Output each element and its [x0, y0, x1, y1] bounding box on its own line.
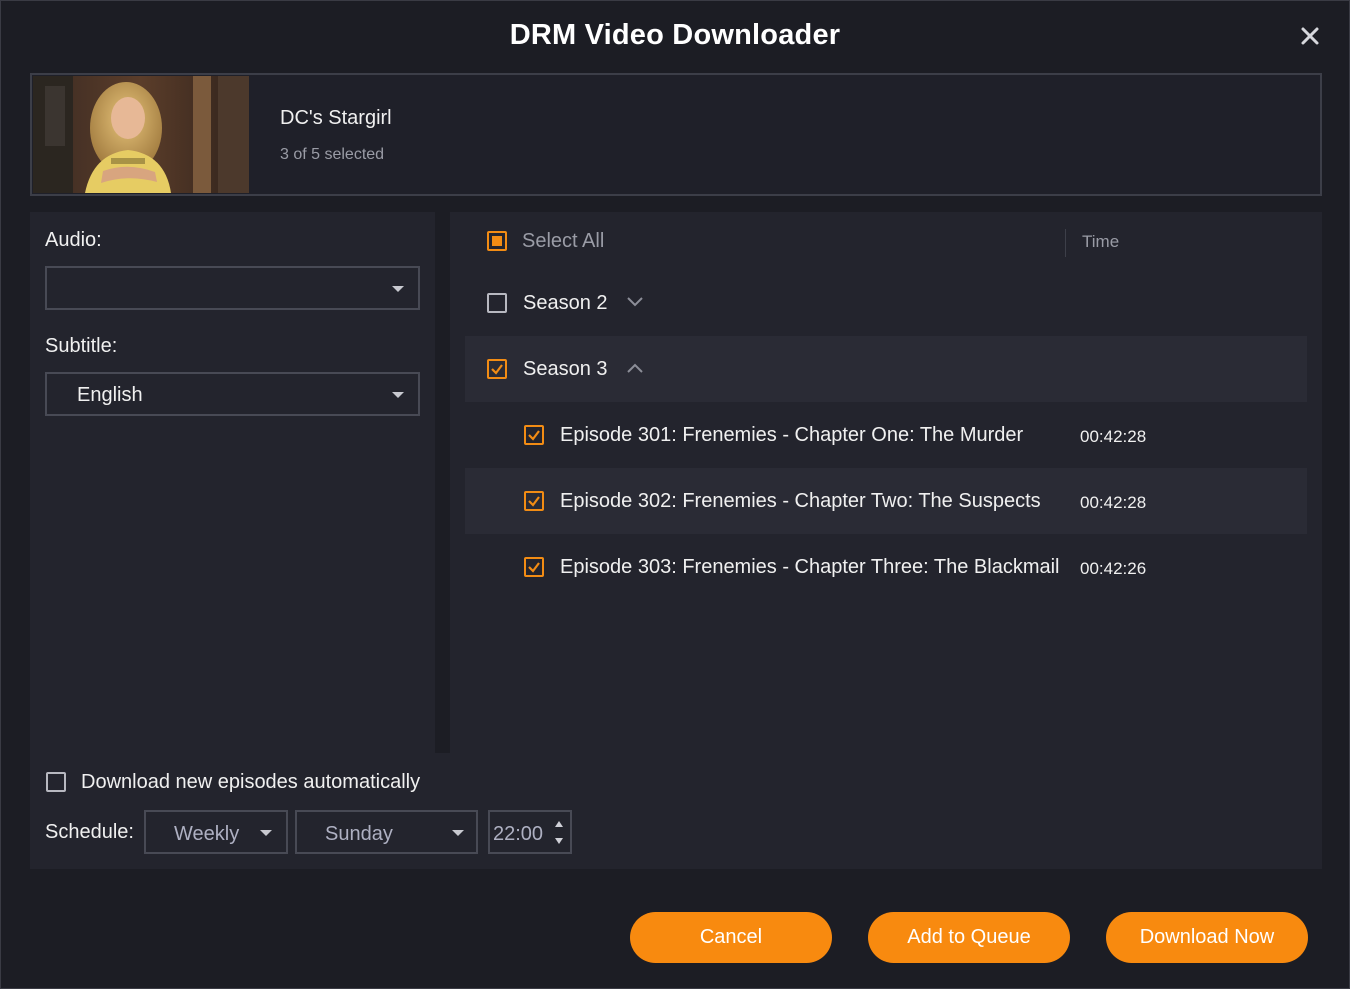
- options-panel: Audio: Subtitle: English: [30, 212, 435, 753]
- episode-302-title: Episode 302: Frenemies - Chapter Two: Th…: [560, 490, 1041, 512]
- download-now-button[interactable]: Download Now: [1106, 912, 1308, 963]
- episode-302-checkbox[interactable]: [524, 491, 544, 511]
- episode-302-time: 00:42:28: [1080, 493, 1147, 512]
- auto-download-panel: Download new episodes automatically Sche…: [30, 753, 1322, 869]
- time-value: 22:00: [493, 823, 544, 845]
- dialog-title: DRM Video Downloader: [509, 19, 841, 51]
- decrement-arrow-icon[interactable]: [555, 838, 563, 844]
- chevron-down-icon: [392, 392, 404, 398]
- title-bar: DRM Video Downloader: [1, 1, 1349, 73]
- episode-303-time: 00:42:26: [1080, 559, 1147, 578]
- chevron-down-icon: [452, 830, 464, 836]
- show-card: DC's Stargirl 3 of 5 selected: [30, 73, 1322, 196]
- chevron-up-icon[interactable]: [626, 362, 644, 374]
- season-3-checkbox[interactable]: [487, 359, 507, 379]
- time-column-header: Time: [1082, 232, 1120, 251]
- chevron-down-icon: [392, 286, 404, 292]
- time-stepper[interactable]: 22:00: [488, 810, 572, 854]
- add-to-queue-button[interactable]: Add to Queue: [868, 912, 1070, 963]
- cancel-button[interactable]: Cancel: [630, 912, 832, 963]
- day-value: Sunday: [325, 823, 393, 845]
- episode-301-title: Episode 301: Frenemies - Chapter One: Th…: [560, 424, 1024, 446]
- select-all-checkbox[interactable]: [487, 231, 507, 251]
- show-title: DC's Stargirl: [280, 107, 392, 129]
- audio-label: Audio:: [45, 229, 102, 251]
- auto-download-label: Download new episodes automatically: [81, 771, 421, 793]
- season-3-label: Season 3: [523, 358, 608, 380]
- subtitle-label: Subtitle:: [45, 335, 118, 357]
- subtitle-select[interactable]: English: [45, 372, 420, 416]
- chevron-down-icon: [260, 830, 272, 836]
- episode-301-time: 00:42:28: [1080, 427, 1147, 446]
- day-select[interactable]: Sunday: [295, 810, 478, 854]
- column-divider: [1065, 229, 1066, 257]
- subtitle-select-value: English: [77, 384, 143, 406]
- auto-download-checkbox[interactable]: [46, 772, 66, 792]
- episode-303-title: Episode 303: Frenemies - Chapter Three: …: [560, 556, 1060, 578]
- episode-list-panel: Select All Time Season 2 Season 3 Episod…: [450, 212, 1322, 753]
- downloader-dialog: DRM Video Downloader DC's Stargirl 3 of …: [0, 0, 1350, 989]
- episode-301-checkbox[interactable]: [524, 425, 544, 445]
- schedule-label: Schedule:: [45, 821, 134, 843]
- selection-count: 3 of 5 selected: [280, 146, 385, 163]
- frequency-select[interactable]: Weekly: [144, 810, 288, 854]
- select-all-label: Select All: [522, 230, 605, 252]
- frequency-value: Weekly: [174, 823, 240, 845]
- increment-arrow-icon[interactable]: [555, 821, 563, 827]
- audio-select[interactable]: [45, 266, 420, 310]
- episode-303-checkbox[interactable]: [524, 557, 544, 577]
- show-thumbnail: [33, 76, 249, 193]
- chevron-down-icon[interactable]: [626, 296, 644, 308]
- season-2-label: Season 2: [523, 292, 608, 314]
- close-icon[interactable]: [1297, 23, 1323, 49]
- season-2-checkbox[interactable]: [487, 293, 507, 313]
